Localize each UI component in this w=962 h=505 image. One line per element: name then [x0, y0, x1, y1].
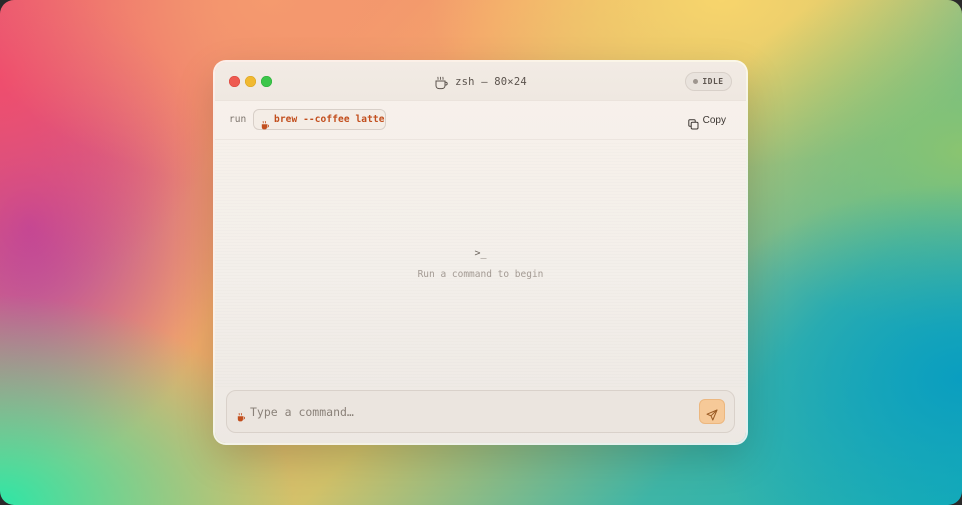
command-input-bar [226, 390, 735, 433]
command-bar: run brew --coffee latte Copy [215, 102, 746, 140]
send-icon [706, 406, 718, 420]
run-command-chip[interactable]: brew --coffee latte [253, 109, 386, 130]
send-button[interactable] [699, 399, 725, 424]
copy-button[interactable]: Copy [687, 112, 726, 130]
run-label: run [229, 114, 247, 125]
window-title: zsh — 80×24 [215, 74, 746, 90]
copy-icon [687, 115, 699, 130]
title-bar: zsh — 80×24 IDLE [215, 62, 746, 101]
terminal-output: >_ Run a command to begin [215, 141, 746, 387]
coffee-icon [237, 407, 246, 422]
command-text: brew --coffee latte [274, 114, 385, 125]
window-title-text: zsh — 80×24 [455, 76, 527, 88]
status-text: IDLE [702, 77, 724, 86]
command-input[interactable] [250, 401, 690, 423]
empty-state-message: Run a command to begin [417, 269, 544, 280]
terminal-prompt-icon: >_ [474, 248, 487, 259]
status-dot [693, 79, 699, 84]
coffee-cup-icon [434, 75, 448, 90]
coffee-icon [261, 115, 270, 130]
status-badge: IDLE [685, 72, 732, 91]
copy-label: Copy [702, 114, 726, 126]
terminal-window: zsh — 80×24 IDLE run brew --coffee latte [215, 62, 746, 443]
